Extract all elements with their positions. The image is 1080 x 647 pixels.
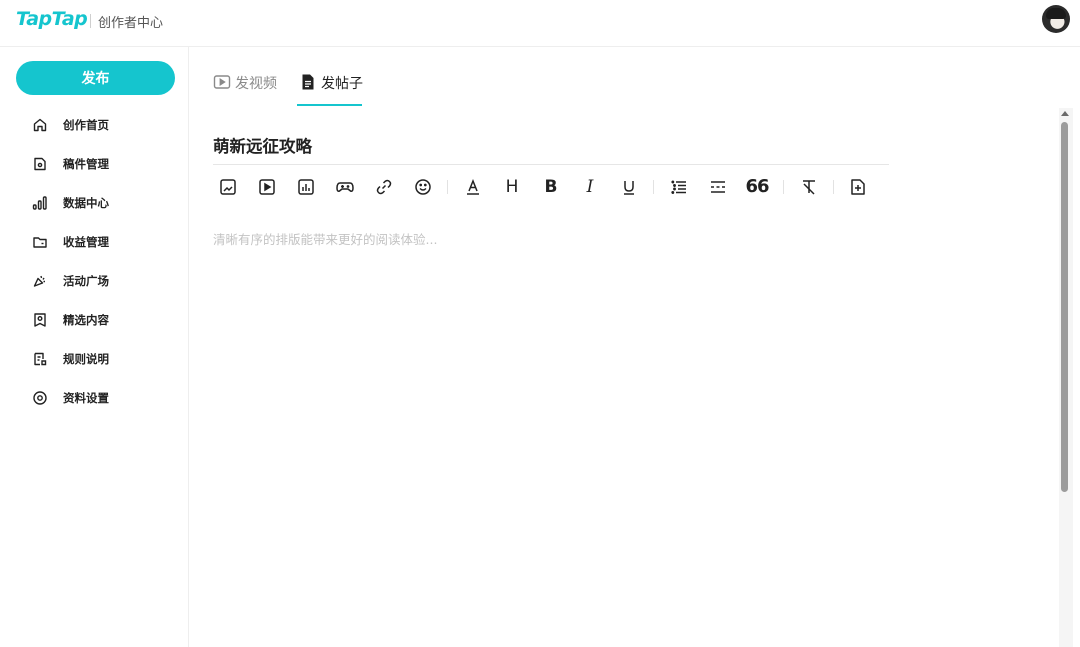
home-icon <box>33 118 47 132</box>
editor-toolbar: H B I 66 <box>213 173 883 201</box>
sidebar-item-rules[interactable]: 规则说明 <box>32 349 182 369</box>
tab-video[interactable]: 发视频 <box>213 70 283 100</box>
sidebar-item-label: 数据中心 <box>63 196 109 210</box>
bold-icon[interactable]: B <box>540 176 562 198</box>
publish-button[interactable]: 发布 <box>16 61 175 95</box>
creator-center-title: 创作者中心 <box>98 16 164 31</box>
sidebar-item-revenue[interactable]: 收益管理 <box>32 232 182 252</box>
post-body-input[interactable]: 清晰有序的排版能带来更好的阅读体验... <box>213 229 437 248</box>
taptap-logo[interactable]: TapTap <box>16 8 88 30</box>
sidebar-item-label: 精选内容 <box>63 313 109 327</box>
image-icon[interactable] <box>217 176 239 198</box>
tab-label: 发帖子 <box>321 76 363 92</box>
rules-doc-icon <box>34 352 47 366</box>
sidebar-item-settings[interactable]: 资料设置 <box>32 388 182 408</box>
sidebar-item-label: 活动广场 <box>63 274 109 288</box>
toolbar-divider <box>833 180 834 194</box>
link-icon[interactable] <box>373 176 395 198</box>
bullet-list-icon[interactable] <box>668 176 690 198</box>
bar-chart-icon <box>32 196 47 210</box>
clear-format-icon[interactable] <box>798 176 820 198</box>
megaphone-icon <box>33 275 45 287</box>
featured-icon <box>34 313 46 327</box>
font-color-icon[interactable] <box>462 176 484 198</box>
heading-icon[interactable]: H <box>501 176 523 198</box>
scroll-up-arrow-icon[interactable] <box>1061 111 1069 116</box>
document-icon <box>302 74 314 90</box>
toolbar-divider <box>783 180 784 194</box>
chart-icon[interactable] <box>295 176 317 198</box>
sidebar: 发布 创作首页 稿件管理 数据中心 收益管理 活动广场 精选内容 规则说明 资料… <box>0 47 189 647</box>
toolbar-divider <box>447 180 448 194</box>
manuscript-icon <box>34 157 46 171</box>
sidebar-item-label: 资料设置 <box>63 391 109 405</box>
sidebar-item-label: 创作首页 <box>63 118 109 132</box>
italic-icon[interactable]: I <box>579 176 601 198</box>
post-title-input[interactable]: 萌新远征攻略 <box>213 133 312 157</box>
emoji-icon[interactable] <box>412 176 434 198</box>
tab-post[interactable]: 发帖子 <box>299 70 363 100</box>
sidebar-item-manuscripts[interactable]: 稿件管理 <box>32 154 182 174</box>
tab-label: 发视频 <box>235 76 277 92</box>
folder-icon <box>33 237 47 248</box>
video-icon <box>213 75 231 89</box>
sidebar-item-label: 收益管理 <box>63 235 109 249</box>
video-icon[interactable] <box>256 176 278 198</box>
sidebar-item-label: 稿件管理 <box>63 157 109 171</box>
underline-icon[interactable] <box>618 176 640 198</box>
sidebar-item-data[interactable]: 数据中心 <box>32 193 182 213</box>
toolbar-divider <box>653 180 654 194</box>
top-header: TapTap 创作者中心 <box>0 0 1080 47</box>
sidebar-item-home[interactable]: 创作首页 <box>32 115 182 135</box>
insert-icon[interactable] <box>847 176 869 198</box>
sidebar-item-featured[interactable]: 精选内容 <box>32 310 182 330</box>
user-avatar[interactable] <box>1042 5 1070 33</box>
gamepad-icon[interactable] <box>334 176 356 198</box>
title-divider <box>213 164 889 165</box>
sidebar-item-label: 规则说明 <box>63 352 109 366</box>
brand-divider <box>90 14 91 28</box>
divider-icon[interactable] <box>707 176 729 198</box>
sidebar-item-events[interactable]: 活动广场 <box>32 271 182 291</box>
quote-icon[interactable]: 66 <box>745 176 769 198</box>
active-tab-indicator <box>297 104 362 106</box>
settings-icon <box>33 391 47 405</box>
scrollbar-thumb[interactable] <box>1061 122 1068 492</box>
